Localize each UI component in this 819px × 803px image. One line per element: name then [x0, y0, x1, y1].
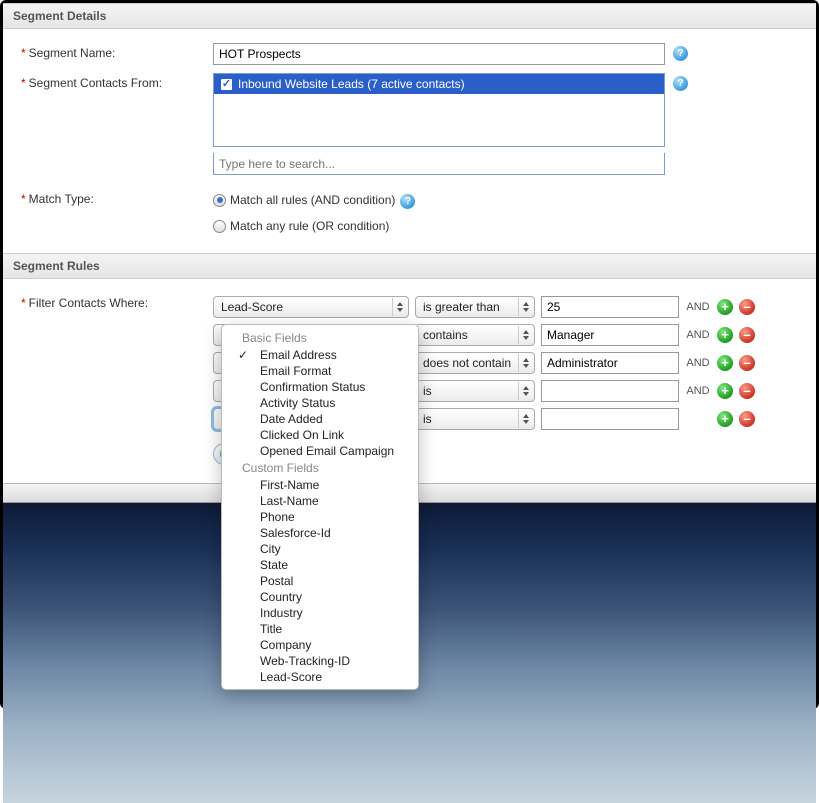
- rule-field-select[interactable]: Lead-Score: [213, 296, 409, 318]
- add-rule-icon[interactable]: +: [717, 299, 733, 315]
- dropdown-item[interactable]: Email Format: [222, 363, 418, 379]
- label-segment-contacts-from: *Segment Contacts From:: [13, 73, 213, 90]
- field-select-dropdown[interactable]: Basic FieldsEmail AddressEmail FormatCon…: [221, 324, 419, 690]
- radio-match-all-label: Match all rules (AND condition): [230, 193, 395, 207]
- add-rule-icon[interactable]: +: [717, 383, 733, 399]
- checkbox-checked-icon: ✓: [220, 78, 233, 91]
- radio-match-any-label: Match any rule (OR condition): [230, 219, 389, 233]
- label-segment-name: *Segment Name:: [13, 43, 213, 60]
- rule-value-input[interactable]: [541, 296, 679, 318]
- rule-value-input[interactable]: [541, 324, 679, 346]
- dropdown-item[interactable]: Clicked On Link: [222, 427, 418, 443]
- remove-rule-icon[interactable]: –: [739, 355, 755, 371]
- rule-operator-select[interactable]: is: [415, 380, 535, 402]
- dropdown-item[interactable]: City: [222, 541, 418, 557]
- rule-operator-select[interactable]: is greater than: [415, 296, 535, 318]
- radio-match-any[interactable]: [213, 220, 226, 233]
- dropdown-item[interactable]: Last-Name: [222, 493, 418, 509]
- dropdown-item[interactable]: Date Added: [222, 411, 418, 427]
- dropdown-item[interactable]: First-Name: [222, 477, 418, 493]
- rule-operator-select[interactable]: does not contain: [415, 352, 535, 374]
- dropdown-item[interactable]: Lead-Score: [222, 669, 418, 685]
- dropdown-group-label: Basic Fields: [222, 329, 418, 347]
- contacts-from-search-input[interactable]: [213, 153, 665, 175]
- label-match-type: *Match Type:: [13, 189, 213, 206]
- and-conjunction: AND: [686, 385, 710, 397]
- rule-value-input[interactable]: [541, 380, 679, 402]
- dropdown-item[interactable]: State: [222, 557, 418, 573]
- section-header-details: Segment Details: [3, 3, 816, 29]
- remove-rule-icon[interactable]: –: [739, 327, 755, 343]
- dropdown-item[interactable]: Phone: [222, 509, 418, 525]
- radio-match-all[interactable]: [213, 194, 226, 207]
- segment-name-input[interactable]: [213, 43, 665, 65]
- dropdown-item[interactable]: Title: [222, 621, 418, 637]
- add-rule-icon[interactable]: +: [717, 411, 733, 427]
- label-filter-contacts-where: *Filter Contacts Where:: [13, 293, 213, 310]
- help-icon[interactable]: ?: [673, 76, 688, 91]
- dropdown-item[interactable]: Company: [222, 637, 418, 653]
- contacts-from-selected-item[interactable]: ✓ Inbound Website Leads (7 active contac…: [214, 74, 664, 94]
- and-conjunction: AND: [686, 357, 710, 369]
- and-conjunction: AND: [686, 301, 710, 313]
- rule-operator-select[interactable]: contains: [415, 324, 535, 346]
- remove-rule-icon[interactable]: –: [739, 383, 755, 399]
- add-rule-icon[interactable]: +: [717, 327, 733, 343]
- add-rule-icon[interactable]: +: [717, 355, 733, 371]
- dropdown-item[interactable]: Salesforce-Id: [222, 525, 418, 541]
- and-conjunction: AND: [686, 329, 710, 341]
- rule-value-input[interactable]: [541, 352, 679, 374]
- dropdown-item[interactable]: Industry: [222, 605, 418, 621]
- rule-value-input[interactable]: [541, 408, 679, 430]
- remove-rule-icon[interactable]: –: [739, 411, 755, 427]
- dropdown-item[interactable]: Email Address: [222, 347, 418, 363]
- rule-row: Lead-Score is greater than AND +–: [213, 293, 755, 321]
- rule-operator-select[interactable]: is: [415, 408, 535, 430]
- section-header-rules: Segment Rules: [3, 253, 816, 279]
- dropdown-item[interactable]: Opened Email Campaign: [222, 443, 418, 459]
- remove-rule-icon[interactable]: –: [739, 299, 755, 315]
- contacts-from-listbox[interactable]: ✓ Inbound Website Leads (7 active contac…: [213, 73, 665, 147]
- help-icon[interactable]: ?: [673, 46, 688, 61]
- help-icon[interactable]: ?: [400, 194, 415, 209]
- dropdown-group-label: Custom Fields: [222, 459, 418, 477]
- dropdown-item[interactable]: Country: [222, 589, 418, 605]
- dropdown-item[interactable]: Web-Tracking-ID: [222, 653, 418, 669]
- dropdown-item[interactable]: Postal: [222, 573, 418, 589]
- dropdown-item[interactable]: Activity Status: [222, 395, 418, 411]
- dropdown-item[interactable]: Confirmation Status: [222, 379, 418, 395]
